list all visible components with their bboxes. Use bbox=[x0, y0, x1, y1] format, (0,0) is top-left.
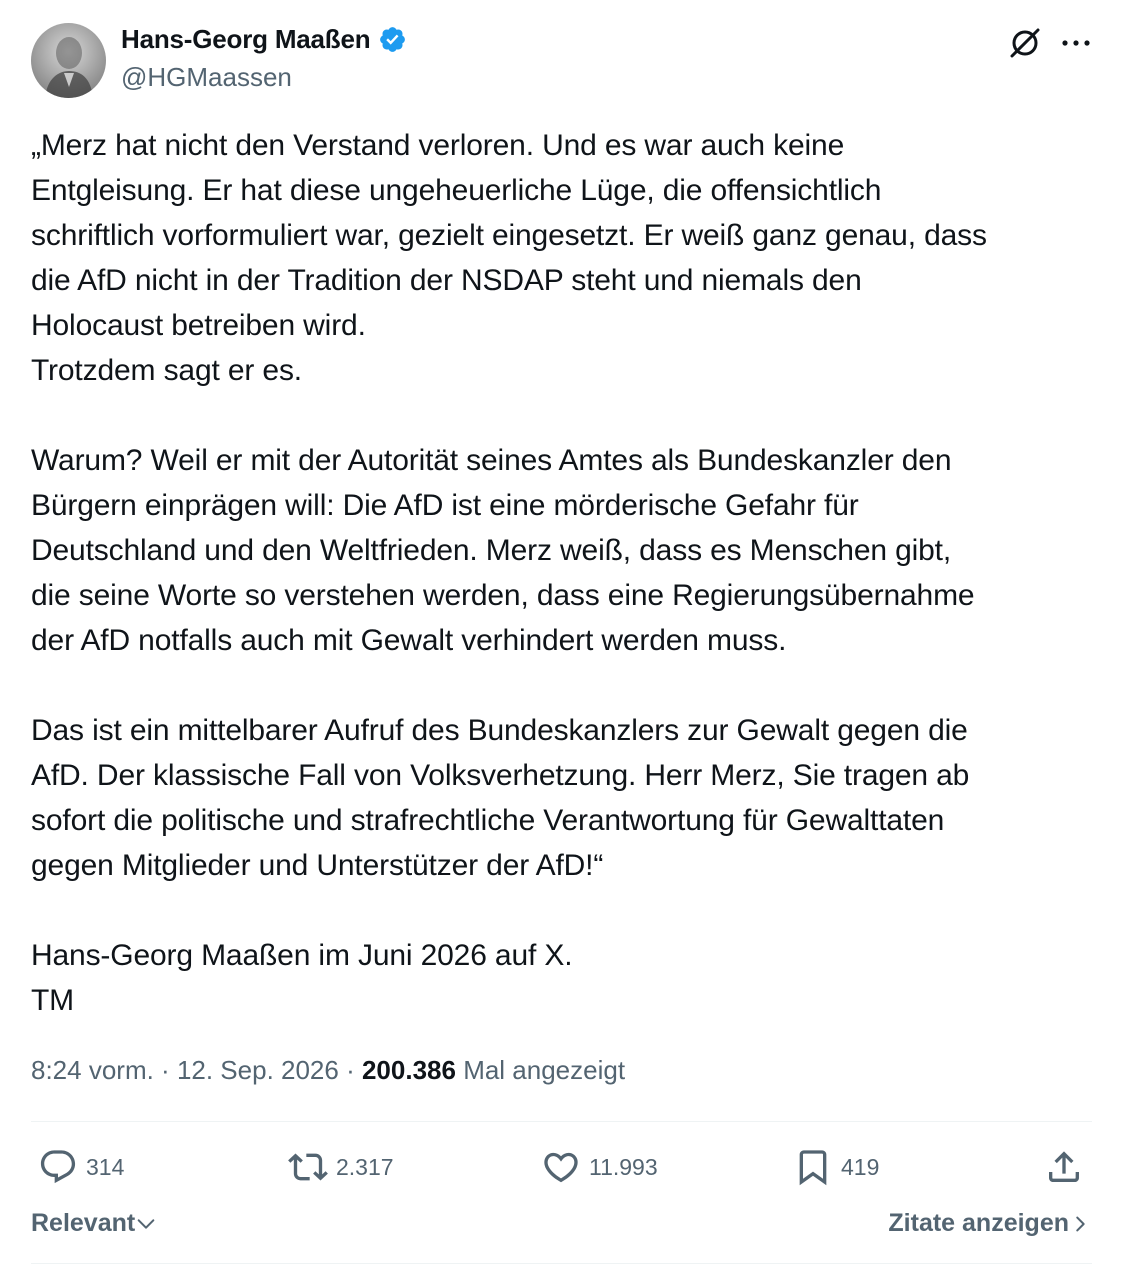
tweet-line: Warum? Weil er mit der Autorität seines … bbox=[31, 444, 952, 477]
tweet-line: TM bbox=[31, 984, 75, 1017]
chevron-right-icon bbox=[1076, 1216, 1085, 1231]
tweet-line: AfD. Der klassische Fall von Volksverhet… bbox=[31, 759, 970, 792]
tweet-line: die AfD nicht in der Tradition der NSDAP… bbox=[31, 264, 862, 297]
chevron-down-icon bbox=[137, 1218, 155, 1229]
tweet-line: Holocaust betreiben wird. bbox=[31, 309, 366, 342]
divider bbox=[31, 1121, 1092, 1122]
avatar[interactable] bbox=[31, 23, 106, 98]
tweet-time[interactable]: 8:24 vorm. bbox=[31, 1055, 154, 1085]
author-name-row[interactable]: Hans-Georg Maaßen bbox=[121, 24, 407, 55]
profile-photo-icon bbox=[45, 37, 93, 98]
bookmark-count: 419 bbox=[841, 1153, 880, 1180]
tweet-line: Das ist ein mittelbarer Aufruf des Bunde… bbox=[31, 714, 968, 747]
verified-badge-icon[interactable] bbox=[378, 25, 407, 54]
like-count: 11.993 bbox=[589, 1153, 658, 1180]
sort-label: Relevant bbox=[31, 1209, 136, 1237]
tweet-line: sofort die politische und strafrechtlich… bbox=[31, 804, 945, 837]
tweet-line bbox=[31, 888, 1101, 933]
share-button[interactable] bbox=[1044, 1145, 1084, 1189]
like-button[interactable]: 11.993 bbox=[541, 1145, 658, 1189]
more-icon[interactable] bbox=[1056, 23, 1096, 63]
grok-icon[interactable] bbox=[1005, 23, 1045, 63]
tweet-line bbox=[31, 663, 1101, 708]
tweet-line: Bürgern einprägen will: Die AfD ist eine… bbox=[31, 489, 859, 522]
tweet-meta: 8:24 vorm. · 12. Sep. 2026 · 200.386 Mal… bbox=[31, 1055, 625, 1086]
views-label: Mal angezeigt bbox=[463, 1055, 626, 1085]
tweet-line: gegen Mitglieder und Unterstützer der Af… bbox=[31, 849, 604, 882]
sort-dropdown[interactable]: Relevant bbox=[31, 1209, 157, 1238]
view-quotes-label: Zitate anzeigen bbox=[888, 1209, 1069, 1237]
reply-button[interactable]: 314 bbox=[38, 1145, 124, 1189]
author-display-name[interactable]: Hans-Georg Maaßen bbox=[121, 24, 371, 55]
view-quotes-link[interactable]: Zitate anzeigen bbox=[888, 1209, 1091, 1238]
views-count: 200.386 bbox=[361, 1055, 456, 1085]
tweet-line: Deutschland und den Weltfrieden. Merz we… bbox=[31, 534, 952, 567]
tweet-line: Hans-Georg Maaßen im Juni 2026 auf X. bbox=[31, 939, 573, 972]
tweet-line: Trotzdem sagt er es. bbox=[31, 354, 302, 387]
share-icon bbox=[1049, 1151, 1079, 1182]
tweet-line: der AfD notfalls auch mit Gewalt verhind… bbox=[31, 624, 787, 657]
like-icon bbox=[544, 1152, 578, 1183]
repost-button[interactable]: 2.317 bbox=[288, 1145, 394, 1189]
tweet-line: die seine Worte so verstehen werden, das… bbox=[31, 579, 975, 612]
repost-icon bbox=[288, 1153, 328, 1181]
tweet-line: Entgleisung. Er hat diese ungeheuerliche… bbox=[31, 174, 882, 207]
meta-separator: · bbox=[338, 1055, 362, 1085]
repost-count: 2.317 bbox=[336, 1153, 394, 1180]
divider bbox=[31, 1263, 1092, 1264]
tweet-line: „Merz hat nicht den Verstand verloren. U… bbox=[31, 129, 845, 162]
tweet-date[interactable]: 12. Sep. 2026 bbox=[177, 1055, 339, 1085]
meta-separator: · bbox=[153, 1055, 177, 1085]
author-handle[interactable]: @HGMaassen bbox=[121, 62, 292, 93]
reply-count: 314 bbox=[86, 1153, 125, 1180]
bookmark-button[interactable]: 419 bbox=[793, 1145, 879, 1189]
reply-icon bbox=[40, 1150, 76, 1184]
tweet-line bbox=[31, 393, 1101, 438]
tweet-line: schriftlich vorformuliert war, gezielt e… bbox=[31, 219, 987, 252]
bookmark-icon bbox=[799, 1150, 827, 1186]
tweet-text: „Merz hat nicht den Verstand verloren. U… bbox=[31, 123, 1101, 1023]
